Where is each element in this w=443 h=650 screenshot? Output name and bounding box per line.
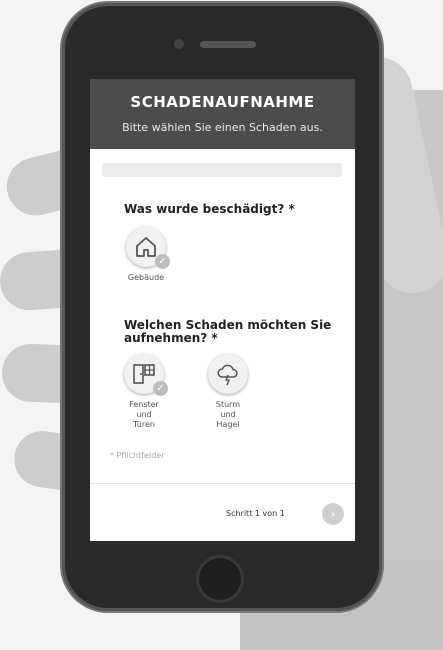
footer-divider <box>90 483 355 484</box>
page-subtitle: Bitte wählen Sie einen Schaden aus. <box>122 121 323 134</box>
option-icon-circle: ✓ <box>126 227 170 269</box>
step-indicator: Schritt 1 von 1 <box>226 509 285 518</box>
option-icon-circle: ✓ <box>124 354 168 396</box>
page-title: SCHADENAUFNAHME <box>130 93 315 111</box>
front-camera <box>174 39 184 49</box>
question-damage-type: Welchen Schaden möchten Sie aufnehmen? * <box>124 318 332 345</box>
required-fields-note: * Pflichtfelder <box>110 451 165 460</box>
chevron-right-icon: › <box>330 507 336 521</box>
question-damaged-object: Was wurde beschädigt? * <box>124 202 295 216</box>
house-icon <box>136 237 156 257</box>
smartphone: SCHADENAUFNAHME Bitte wählen Sie einen S… <box>62 3 382 611</box>
progress-bar <box>102 163 342 177</box>
option-sturm-und-hagel[interactable]: Sturm und Hagel <box>200 354 256 430</box>
checkmark-icon: ✓ <box>153 381 168 396</box>
home-button[interactable] <box>196 555 244 603</box>
phone-screen: SCHADENAUFNAHME Bitte wählen Sie einen S… <box>90 79 355 541</box>
next-button[interactable]: › <box>322 503 344 525</box>
checkmark-icon: ✓ <box>155 254 170 269</box>
app-header: SCHADENAUFNAHME Bitte wählen Sie einen S… <box>90 79 355 149</box>
option-label: Fenster und Türen <box>129 400 159 429</box>
option-fenster-und-tueren[interactable]: ✓ Fenster und Türen <box>116 354 172 430</box>
window-door-icon <box>133 364 155 384</box>
storm-hail-icon <box>217 364 238 386</box>
option-label: Sturm und Hagel <box>215 400 241 429</box>
option-gebaeude[interactable]: ✓ Gebäude <box>118 227 174 283</box>
option-icon-circle <box>208 354 248 394</box>
option-label: Gebäude <box>127 273 165 282</box>
earpiece-speaker <box>200 41 256 48</box>
